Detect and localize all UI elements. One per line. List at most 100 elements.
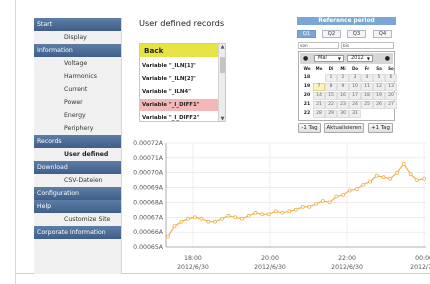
nav-section-information[interactable]: Information [34, 44, 121, 57]
calendar-day[interactable]: 5 [373, 74, 385, 82]
data-point[interactable] [280, 210, 285, 215]
nav-section-download[interactable]: Download [34, 161, 121, 174]
calendar-day[interactable]: 2 [337, 74, 349, 82]
data-point[interactable] [314, 202, 319, 206]
data-point[interactable] [260, 212, 265, 217]
data-point[interactable] [253, 210, 258, 215]
sidebar-item-power[interactable]: Power [34, 96, 121, 109]
calendar-day[interactable]: 24 [349, 101, 361, 109]
calendar-day[interactable]: 10 [349, 83, 361, 91]
sidebar-item-display[interactable]: Display [34, 31, 121, 44]
calendar-day[interactable]: 13 [385, 83, 397, 91]
calendar-day[interactable]: 17 [349, 92, 361, 100]
data-point[interactable] [307, 205, 312, 209]
sidebar-item-user-defined[interactable]: User defined [34, 148, 121, 161]
nav-section-configuration[interactable]: Configuration [34, 187, 121, 200]
data-point[interactable] [206, 219, 211, 224]
scroll-up-icon[interactable]: ▲ [219, 44, 225, 51]
nav-section-start[interactable]: Start [34, 18, 121, 31]
data-point[interactable] [408, 172, 413, 177]
sidebar-item-csv-dateien[interactable]: CSV-Dateien [34, 174, 121, 187]
data-point[interactable] [415, 178, 420, 182]
data-point[interactable] [179, 219, 184, 224]
sidebar-item-current[interactable]: Current [34, 83, 121, 96]
calendar-day[interactable]: 19 [373, 92, 385, 100]
data-point[interactable] [334, 194, 339, 199]
prev-month-icon[interactable]: ● [303, 53, 308, 64]
calendar-day[interactable]: 26 [373, 101, 385, 109]
data-point[interactable] [388, 176, 393, 181]
calendar-day[interactable]: 15 [325, 92, 337, 100]
calendar-day[interactable]: 3 [349, 74, 361, 82]
data-point[interactable] [293, 208, 298, 212]
variable-option[interactable]: Variable "_ILN[2]" [140, 73, 219, 85]
variable-option[interactable]: Variable "_ILN4" [140, 86, 219, 98]
data-point[interactable] [368, 179, 373, 184]
data-point[interactable] [381, 175, 386, 180]
data-point[interactable] [395, 170, 400, 175]
data-point[interactable] [186, 216, 190, 221]
quarter-q4-button[interactable]: Q4 [373, 30, 392, 38]
sidebar-item-periphery[interactable]: Periphery [34, 122, 121, 135]
sidebar-item-harmonics[interactable]: Harmonics [34, 70, 121, 83]
calendar-day[interactable]: 6 [385, 74, 397, 82]
data-point[interactable] [361, 182, 366, 187]
calendar-day[interactable]: 31 [349, 110, 361, 118]
data-point[interactable] [166, 234, 170, 239]
calendar-day[interactable]: 20 [385, 92, 397, 100]
data-point[interactable] [347, 188, 352, 193]
calendar-day[interactable]: 23 [337, 101, 349, 109]
next-month-icon[interactable]: ● [385, 53, 390, 64]
calendar-day[interactable]: 8 [325, 83, 337, 91]
data-point[interactable] [422, 176, 427, 181]
data-point[interactable] [199, 216, 204, 221]
quarter-q2-button[interactable]: Q2 [322, 30, 341, 38]
nav-section-help[interactable]: Help [34, 200, 121, 213]
sidebar-item-customize-site[interactable]: Customize Site [34, 213, 121, 226]
data-point[interactable] [341, 193, 346, 197]
variable-option[interactable]: Variable "_I_DIFF2" [140, 112, 219, 121]
list-scrollbar[interactable]: ▲ ▼ [218, 44, 225, 121]
data-point[interactable] [213, 219, 217, 224]
calendar-day[interactable]: 7 [313, 83, 325, 91]
variable-option[interactable]: Variable "_I_DIFF1" [140, 99, 219, 111]
calendar-day[interactable]: 18 [361, 92, 373, 100]
calendar-day[interactable]: 30 [337, 110, 349, 118]
data-point[interactable] [401, 161, 406, 166]
data-point[interactable] [172, 224, 177, 229]
data-point[interactable] [300, 205, 305, 209]
quarter-q1-button[interactable]: Q1 [297, 30, 316, 38]
data-point[interactable] [287, 209, 292, 214]
data-point[interactable] [327, 200, 332, 205]
data-point[interactable] [220, 216, 224, 221]
refresh-button[interactable]: Aktualisieren [324, 123, 364, 133]
variable-listbox[interactable]: Back Variable "_ILN[1]" Variable "_ILN[2]… [139, 43, 226, 122]
calendar-day[interactable]: 16 [337, 92, 349, 100]
calendar-day[interactable]: 29 [325, 110, 337, 118]
data-point[interactable] [193, 215, 197, 220]
date-to-field[interactable]: bis [341, 42, 394, 49]
sidebar-item-energy[interactable]: Energy [34, 109, 121, 122]
scrollbar-thumb[interactable] [220, 57, 225, 73]
scroll-down-icon[interactable]: ▼ [219, 116, 225, 121]
plus-day-button[interactable]: +1 Tag [368, 123, 393, 133]
data-point[interactable] [273, 209, 278, 214]
sidebar-item-voltage[interactable]: Voltage [34, 57, 121, 70]
data-point[interactable] [240, 216, 244, 221]
data-point[interactable] [226, 213, 231, 218]
data-point[interactable] [320, 199, 325, 203]
calendar-day[interactable]: 4 [361, 74, 373, 82]
date-from-field[interactable]: von [298, 42, 339, 49]
quarter-q3-button[interactable]: Q3 [347, 30, 366, 38]
data-point[interactable] [374, 173, 379, 178]
calendar-day[interactable]: 21 [313, 101, 325, 109]
calendar-day[interactable]: 1 [325, 74, 337, 82]
calendar-day[interactable]: 11 [361, 83, 373, 91]
data-point[interactable] [354, 187, 359, 191]
year-select[interactable]: 2012 ▼ [347, 55, 373, 62]
calendar-day[interactable]: 12 [373, 83, 385, 91]
back-button[interactable]: Back [140, 44, 219, 57]
data-point[interactable] [246, 213, 251, 218]
month-select[interactable]: Mai ▼ [314, 55, 344, 62]
data-point[interactable] [266, 212, 271, 217]
